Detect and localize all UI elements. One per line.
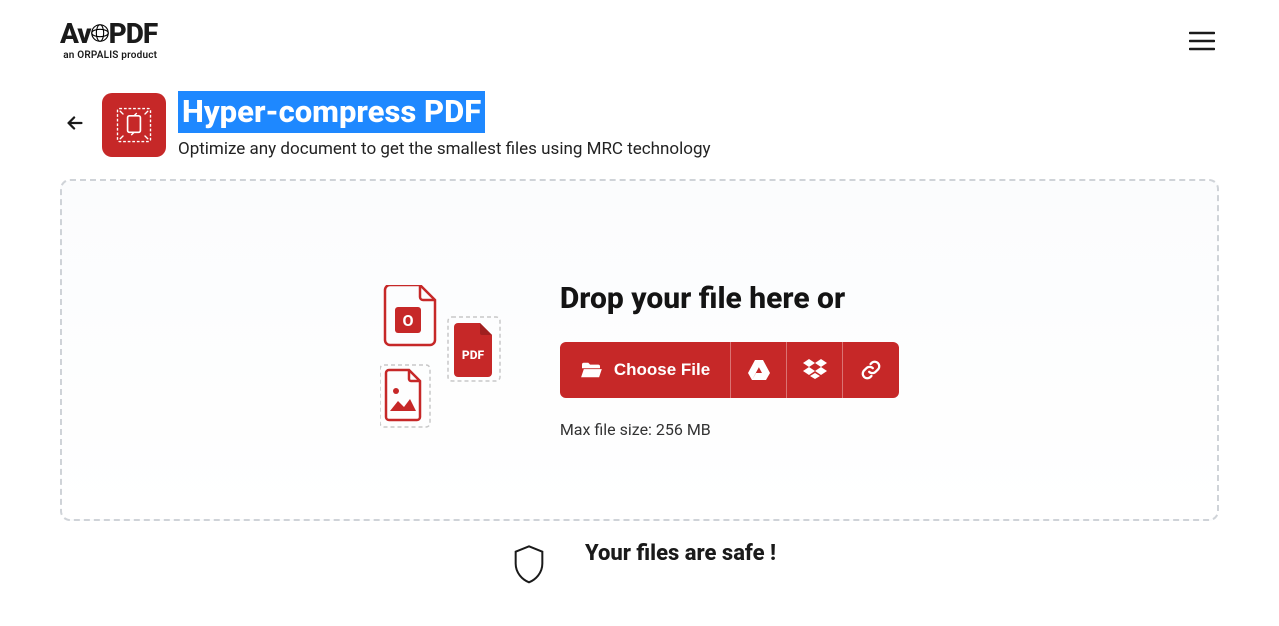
safe-title: Your files are safe ! [585, 541, 776, 566]
dropzone[interactable]: O PDF [60, 179, 1219, 521]
tool-icon [102, 93, 166, 157]
compress-icon [112, 103, 156, 147]
google-drive-button[interactable] [731, 342, 787, 398]
choose-file-label: Choose File [614, 360, 710, 380]
svg-text:O: O [402, 311, 413, 330]
back-button[interactable] [60, 108, 90, 142]
logo[interactable]: Av PDF an ORPALIS product [60, 20, 157, 61]
page-title: Hyper-compress PDF [178, 91, 485, 133]
link-icon [860, 359, 882, 381]
page-subtitle: Optimize any document to get the smalles… [178, 139, 711, 159]
folder-open-icon [580, 361, 602, 379]
google-drive-icon [747, 359, 771, 381]
max-file-size: Max file size: 256 MB [560, 420, 899, 439]
logo-swirl-icon [89, 21, 111, 43]
dropbox-icon [802, 359, 828, 381]
logo-subtitle: an ORPALIS product [60, 50, 157, 61]
shield-icon [503, 545, 555, 589]
logo-text-post: PDF [109, 20, 158, 48]
arrow-left-icon [64, 112, 86, 134]
svg-text:PDF: PDF [462, 348, 485, 362]
menu-button[interactable] [1185, 27, 1219, 55]
drop-heading: Drop your file here or [560, 281, 899, 316]
dropbox-button[interactable] [787, 342, 843, 398]
choose-file-button[interactable]: Choose File [560, 342, 731, 398]
hamburger-icon [1189, 31, 1215, 51]
file-types-illustration: O PDF [380, 285, 510, 435]
logo-text-pre: Av [60, 20, 91, 48]
url-button[interactable] [843, 342, 899, 398]
